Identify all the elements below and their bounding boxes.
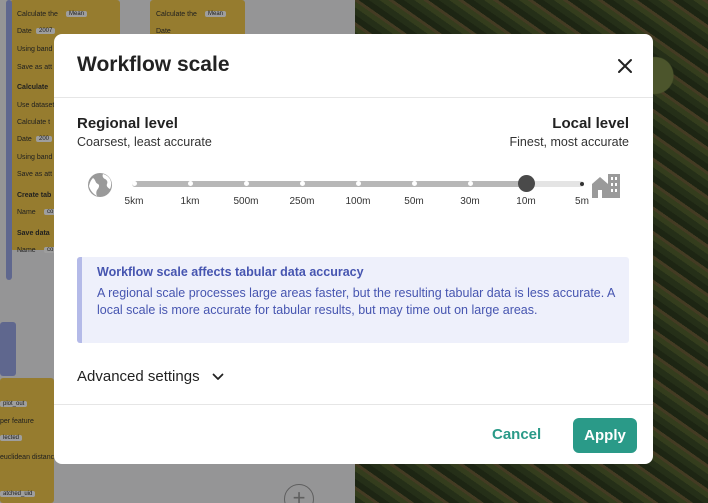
building-icon — [592, 174, 620, 198]
workflow-scale-dialog: Workflow scale Regional level Coarsest, … — [54, 34, 653, 464]
slider-tick-label[interactable]: 5m — [575, 196, 589, 207]
close-icon — [618, 59, 632, 73]
slider-track-remaining — [526, 180, 584, 187]
slider-tick-label[interactable]: 1km — [181, 196, 200, 207]
slider-tick-label[interactable]: 30m — [460, 196, 479, 207]
slider-tick[interactable] — [299, 181, 305, 186]
close-button[interactable] — [614, 55, 636, 77]
slider-thumb[interactable] — [517, 174, 535, 192]
globe-icon — [88, 173, 112, 197]
slider-tick-label[interactable]: 500m — [233, 196, 258, 207]
slider-tick[interactable] — [243, 181, 249, 186]
dialog-footer: Cancel Apply — [54, 404, 653, 464]
chevron-down-icon — [212, 373, 223, 380]
dialog-title: Workflow scale — [77, 53, 230, 76]
slider-tick-label[interactable]: 250m — [289, 196, 314, 207]
local-level-title: Local level — [552, 115, 629, 132]
dialog-header: Workflow scale — [54, 34, 653, 98]
slider-tick-label[interactable]: 5km — [125, 196, 144, 207]
cancel-button[interactable]: Cancel — [492, 426, 541, 443]
slider-tick[interactable] — [187, 181, 193, 186]
slider-tick[interactable] — [355, 181, 361, 186]
slider-tick[interactable] — [131, 181, 137, 186]
advanced-settings-label: Advanced settings — [77, 368, 200, 385]
slider-tick-label[interactable]: 50m — [404, 196, 423, 207]
slider-track[interactable] — [132, 180, 584, 187]
regional-level-subtitle: Coarsest, least accurate — [77, 135, 212, 149]
regional-level-title: Regional level — [77, 115, 178, 132]
slider-tick-label[interactable]: 10m — [516, 196, 535, 207]
slider-tick[interactable] — [580, 181, 584, 186]
slider-tick[interactable] — [411, 181, 417, 186]
local-level-subtitle: Finest, most accurate — [509, 135, 630, 149]
advanced-settings-toggle[interactable]: Advanced settings — [77, 368, 224, 385]
info-callout-title: Workflow scale affects tabular data accu… — [97, 265, 364, 279]
slider-tick-label[interactable]: 100m — [345, 196, 370, 207]
info-callout: Workflow scale affects tabular data accu… — [77, 257, 629, 343]
apply-button[interactable]: Apply — [573, 418, 637, 453]
slider-tick[interactable] — [467, 181, 473, 186]
info-callout-body: A regional scale processes large areas f… — [97, 286, 615, 317]
